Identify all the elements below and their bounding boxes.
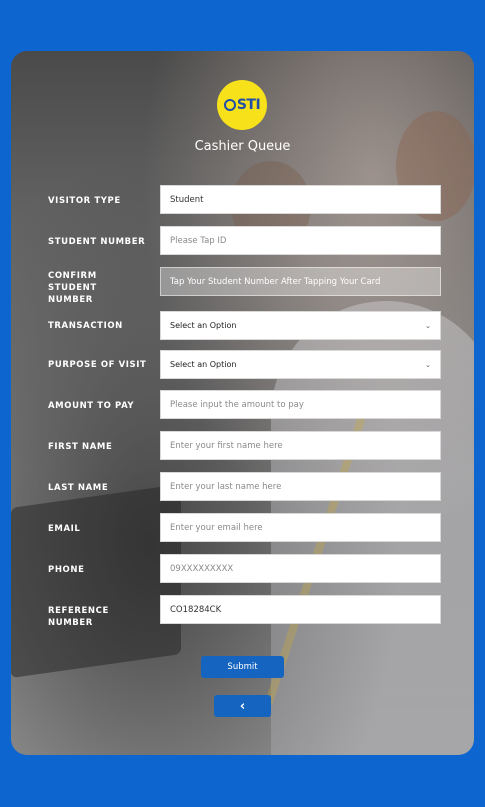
transaction-label: TRANSACTION [48, 321, 123, 331]
email-input[interactable]: Enter your email here [160, 513, 441, 542]
reference-number-label: REFERENCE NUMBER [48, 606, 109, 628]
sti-logo: STI [217, 80, 267, 130]
globe-icon [223, 99, 236, 111]
form-card: STI Cashier Queue VISITOR TYPE Student S… [11, 51, 474, 755]
last-name-label: LAST NAME [48, 483, 109, 493]
confirm-student-number-label: CONFIRM STUDENT NUMBER [48, 270, 148, 306]
visitor-type-label: VISITOR TYPE [48, 196, 121, 206]
amount-to-pay-label: AMOUNT TO PAY [48, 401, 135, 411]
transaction-select-value: Select an Option [170, 321, 237, 330]
transaction-select[interactable]: Select an Option ⌄ [160, 311, 441, 340]
purpose-of-visit-select-value: Select an Option [170, 360, 237, 369]
student-number-label: STUDENT NUMBER [48, 237, 146, 247]
first-name-input[interactable]: Enter your first name here [160, 431, 441, 460]
amount-to-pay-input[interactable]: Please input the amount to pay [160, 390, 441, 419]
background-photo-shape [11, 484, 181, 678]
phone-label: PHONE [48, 565, 85, 575]
submit-button[interactable]: Submit [201, 656, 284, 678]
chevron-down-icon: ⌄ [425, 360, 431, 369]
visitor-type-field[interactable]: Student [160, 185, 441, 214]
confirm-student-number-label-line2: NUMBER [48, 295, 93, 305]
first-name-label: FIRST NAME [48, 442, 113, 452]
purpose-of-visit-label: PURPOSE OF VISIT [48, 360, 147, 370]
chevron-down-icon: ⌄ [425, 321, 431, 330]
last-name-input[interactable]: Enter your last name here [160, 472, 441, 501]
confirm-student-number-label-line1: CONFIRM STUDENT [48, 271, 97, 293]
page-title: Cashier Queue [194, 139, 291, 154]
reference-number-field[interactable]: CO18284CK [160, 595, 441, 624]
confirm-student-number-input[interactable]: Tap Your Student Number After Tapping Yo… [160, 267, 441, 296]
email-label: EMAIL [48, 524, 81, 534]
purpose-of-visit-select[interactable]: Select an Option ⌄ [160, 350, 441, 379]
logo-text: STI [236, 97, 261, 113]
student-number-input[interactable]: Please Tap ID [160, 226, 441, 255]
back-button[interactable]: ‹ [214, 695, 271, 717]
phone-input[interactable]: 09XXXXXXXXX [160, 554, 441, 583]
